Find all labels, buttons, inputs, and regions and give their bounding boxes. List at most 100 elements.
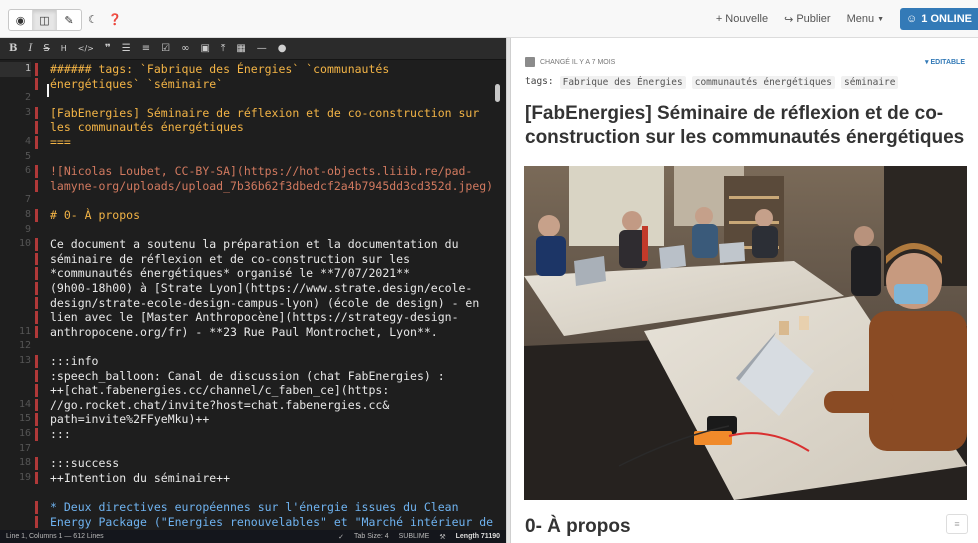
line-number (0, 120, 31, 135)
gutter-change-marker (35, 136, 38, 149)
bold-button[interactable]: B (9, 43, 17, 54)
image-icon[interactable]: ▣ (200, 43, 209, 54)
upload-icon[interactable]: ⤒ (221, 43, 225, 54)
table-of-contents-button[interactable]: ≡ (946, 514, 968, 534)
publish-label: Publier (796, 13, 831, 25)
line-number: 13 (18, 355, 31, 366)
shield-icon: ▾ (925, 59, 929, 66)
link-icon[interactable]: ∞ (181, 43, 189, 54)
horizontal-rule-icon[interactable]: — (257, 43, 267, 54)
keymap-selector[interactable]: SUBLIME (399, 533, 430, 540)
code-line: * Deux directives européennes sur l'éner… (50, 500, 459, 514)
code-line: les communautés énergétiques (50, 120, 244, 135)
tag-chip[interactable]: communautés énergétiques (691, 76, 835, 89)
line-number: 2 (24, 92, 31, 104)
code-icon[interactable]: </> (78, 44, 94, 53)
online-count: 1 ONLINE (921, 13, 972, 25)
split-mode-button[interactable]: ◫ (33, 10, 57, 30)
checkbox-icon[interactable]: ☑ (161, 43, 170, 54)
text-cursor (47, 84, 49, 97)
gutter-change-marker (35, 471, 38, 485)
code-line: lamyne-org/uploads/upload_7b36b62f3dbedc… (50, 178, 494, 193)
editor-scrollbar[interactable] (495, 84, 500, 102)
code-line: design/strate-ecole-design-campus-lyon) … (50, 295, 480, 310)
gutter-change-marker (35, 311, 38, 324)
line-number (0, 515, 31, 530)
line-number (0, 296, 31, 311)
line-number (0, 310, 31, 325)
users-icon: ☺ (906, 13, 918, 25)
code-line: séminaire de réflexion et de co-construc… (50, 251, 411, 266)
line-number (0, 179, 31, 194)
code-line: (9h00-18h00) à [Strate Lyon](https://www… (50, 281, 473, 295)
line-number: 16 (18, 428, 31, 439)
publish-link[interactable]: ↪ Publier (784, 13, 830, 26)
code-line: //go.rocket.chat/invite?host=chat.fabene… (50, 397, 390, 412)
line-number: 7 (24, 194, 31, 206)
line-number (0, 383, 31, 398)
code-area[interactable]: 1 2 3 4 5 6 7 8 9 10 11 12 13 14 15 16 17 18 19 ###### tag… (0, 60, 506, 530)
list-icon[interactable]: ☰ (122, 43, 131, 54)
line-number: 9 (24, 223, 31, 235)
code-line: énergétiques` `séminaire` (50, 76, 224, 91)
code-line: :speech_balloon: Canal de discussion (ch… (50, 368, 445, 383)
online-users-button[interactable]: ☺ 1 ONLINE (900, 8, 978, 30)
code-line: :::info (50, 354, 99, 368)
new-note-link[interactable]: + Nouvelle (716, 13, 768, 25)
line-number (0, 500, 31, 515)
editable-badge[interactable]: ▾ EDITABLE (925, 58, 965, 66)
avatar (525, 57, 535, 67)
line-number (0, 281, 31, 296)
gutter-change-marker (35, 63, 38, 76)
gutter-change-marker (35, 77, 38, 91)
code-line: ::: (50, 427, 71, 441)
line-number: 17 (18, 442, 31, 454)
top-navbar: ◉ ◫ ✎ ☾ ❓ + Nouvelle ↪ Publier Menu ▼ ☺ … (0, 0, 978, 38)
comment-icon[interactable]: ● (278, 43, 287, 54)
gutter-change-marker (35, 282, 38, 295)
code-line: Ce document a soutenu la préparation et … (50, 237, 459, 252)
tag-chip[interactable]: séminaire (841, 76, 899, 89)
ordered-list-icon[interactable]: ≡ (142, 43, 150, 54)
gutter-change-marker (35, 428, 38, 441)
quote-icon[interactable]: ❞ (105, 43, 111, 54)
list-icon: ≡ (954, 519, 960, 529)
tab-size-selector[interactable]: Tab Size: 4 (354, 533, 389, 540)
table-icon[interactable]: ▦ (236, 43, 245, 54)
editable-label: EDITABLE (930, 59, 965, 66)
caret-down-icon: ▼ (877, 15, 885, 23)
gutter-change-marker (35, 179, 38, 193)
line-number (0, 252, 31, 267)
gutter-change-marker (35, 325, 38, 339)
menu-dropdown[interactable]: Menu ▼ (847, 13, 884, 25)
wrench-icon[interactable]: ⚒ (439, 533, 445, 541)
code-line: :::success (50, 456, 120, 471)
cursor-position: Line 1, Columns 1 — 612 Lines (6, 533, 104, 540)
preview-pane: CHANGÉ IL Y A 7 MOIS ▾ EDITABLE tags: Fa… (511, 38, 978, 543)
line-number: 14 (18, 398, 31, 410)
line-number (0, 485, 31, 500)
line-number: 11 (18, 325, 31, 337)
plus-icon: + (715, 13, 723, 25)
line-number (0, 369, 31, 384)
gutter-change-marker (35, 121, 38, 134)
columns-icon: ◫ (39, 14, 50, 27)
tag-chip[interactable]: Fabrique des Énergies (559, 76, 686, 89)
line-number: 8 (24, 209, 31, 220)
strikethrough-button[interactable]: S (43, 43, 49, 54)
italic-button[interactable]: I (28, 43, 32, 54)
night-mode-icon[interactable]: ☾ (88, 13, 98, 26)
menu-label: Menu (846, 13, 875, 25)
help-icon[interactable]: ❓ (108, 13, 122, 26)
gutter-change-marker (35, 267, 38, 280)
header-button[interactable]: H (61, 44, 67, 53)
code-line: ++Intention du séminaire++ (50, 470, 231, 485)
tags-row: tags: Fabrique des Énergies communautés … (525, 76, 899, 89)
view-mode-button[interactable]: ◉ (9, 10, 33, 30)
edit-mode-button[interactable]: ✎ (57, 10, 81, 30)
